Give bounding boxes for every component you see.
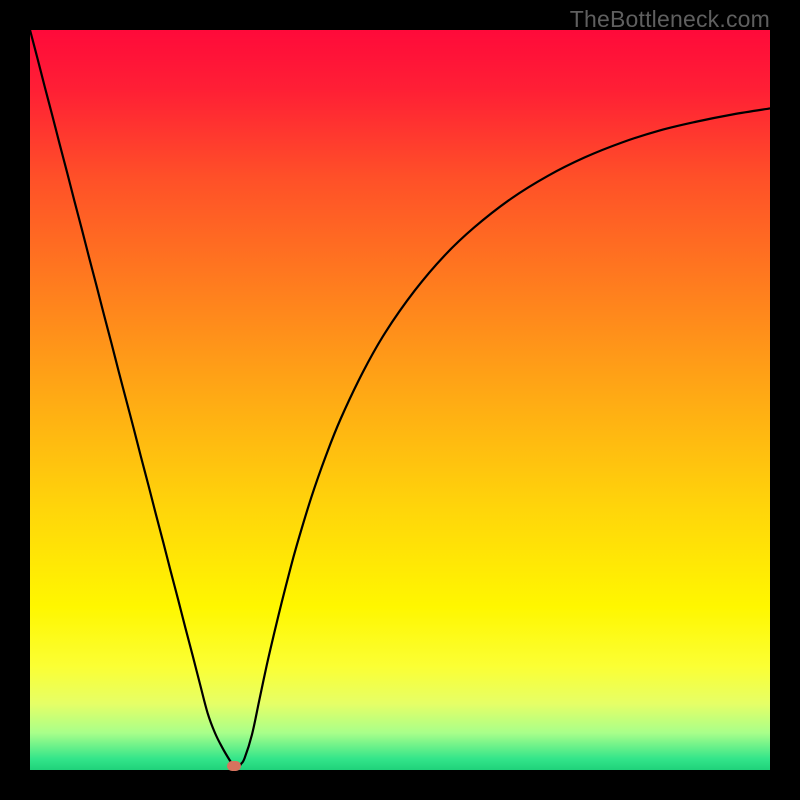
curve-layer bbox=[30, 30, 770, 770]
optimal-point-marker bbox=[227, 761, 241, 771]
chart-frame: TheBottleneck.com bbox=[0, 0, 800, 800]
bottleneck-curve bbox=[30, 30, 770, 769]
plot-area bbox=[30, 30, 770, 770]
watermark-text: TheBottleneck.com bbox=[570, 6, 770, 33]
